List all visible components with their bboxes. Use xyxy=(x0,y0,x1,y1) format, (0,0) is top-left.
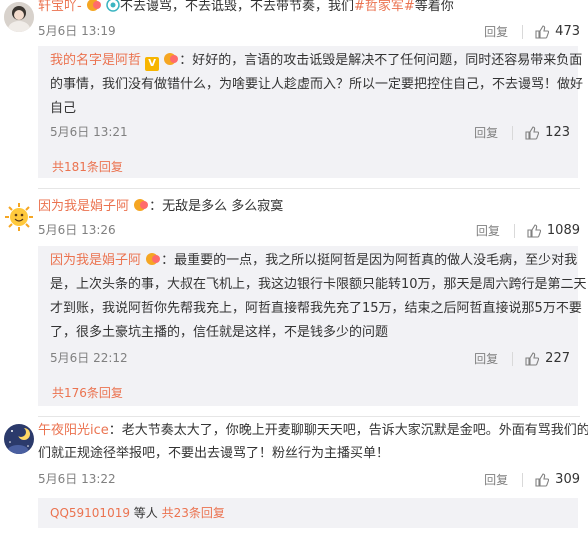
thumbs-up-icon xyxy=(525,125,540,140)
reply-button[interactable]: 回复 xyxy=(474,124,498,141)
reply-line: ：好好的，言语的攻击诋毁是解决不了任何问题，同时还容易带来负面 xyxy=(179,53,583,68)
reply-username[interactable]: 我的名字是阿哲 xyxy=(50,53,141,68)
reply-text: 因为我是娟子阿 ：最重要的一点，我之所以挺阿哲是因为阿哲真的做人没毛病，至少对我 xyxy=(50,252,577,270)
username[interactable]: 因为我是娟子阿 xyxy=(38,199,129,214)
comment-3: 午夜阳光ice：老大节奏太大了，你晚上开麦聊聊天天吧，告诉大家沉默是金吧。外面有… xyxy=(0,422,588,536)
comment-body-suffix: 等着你 xyxy=(414,0,454,14)
username[interactable]: 午夜阳光ice xyxy=(38,423,109,438)
reply-line: 的事情，我们没有做错什么，为啥要让人趁虚而入？所以一定要把控住自己，不去谩骂！做… xyxy=(50,77,584,92)
avatar[interactable] xyxy=(4,2,34,32)
fan-badge-icon xyxy=(146,253,161,265)
comment-actions: 回复 473 xyxy=(484,23,580,40)
comment-actions: 回复 1089 xyxy=(476,222,580,239)
comment-body: 不去谩骂，不去诋毁，不去带节奏，我们 xyxy=(119,0,354,14)
comment-actions: 回复 309 xyxy=(484,471,580,488)
like-count: 309 xyxy=(555,472,580,487)
like-count: 227 xyxy=(545,351,570,366)
thumbs-up-icon xyxy=(527,223,541,238)
fan-badge-icon xyxy=(134,199,149,211)
like-button[interactable]: 1089 xyxy=(527,223,580,238)
member-icon xyxy=(106,0,120,12)
username[interactable]: 轩宝吖- xyxy=(38,0,82,14)
like-count: 123 xyxy=(545,125,570,140)
reply-actions: 回复 123 xyxy=(474,124,570,141)
night-avatar-icon xyxy=(4,424,34,454)
timestamp: 5月6日 13:26 xyxy=(38,223,116,237)
sun-avatar-icon xyxy=(4,202,34,232)
like-button[interactable]: 473 xyxy=(535,24,580,39)
reply-line: 自己 xyxy=(50,101,77,116)
comment-text: 轩宝吖- 不去谩骂，不去诋毁，不去带节奏，我们#哲家军#等着你 xyxy=(38,0,580,16)
timestamp: 5月6日 13:19 xyxy=(38,24,116,38)
comment-text: 因为我是娟子阿 ：无敌是多么 多么寂寞 xyxy=(38,198,580,216)
divider xyxy=(38,416,580,417)
like-count: 1089 xyxy=(546,223,580,238)
user-avatar-icon xyxy=(4,2,34,32)
reply-summary: QQ59101019 等人 共23条回复 xyxy=(50,504,570,522)
reply-line: 是，上次头条的事，大叔在飞机上，我这边银行卡限额只能转10万，那天是周六跨行是第… xyxy=(50,277,587,292)
reply-username[interactable]: QQ59101019 xyxy=(50,506,130,520)
comment-text: 午夜阳光ice：老大节奏太大了，你晚上开麦聊聊天天吧，告诉大家沉默是金吧。外面有… xyxy=(38,422,588,440)
timestamp: 5月6日 22:12 xyxy=(50,351,128,365)
reply-button[interactable]: 回复 xyxy=(474,350,498,367)
reply-button[interactable]: 回复 xyxy=(484,471,508,488)
timestamp: 5月6日 13:21 xyxy=(50,125,128,139)
reply-button[interactable]: 回复 xyxy=(476,222,500,239)
more-replies-link[interactable]: 共181条回复 xyxy=(52,158,123,175)
comment-body: ：老大节奏太大了，你晚上开麦聊聊天天吧，告诉大家沉默是金吧。外面有骂我们的我 xyxy=(108,423,588,438)
like-button[interactable]: 309 xyxy=(535,472,580,487)
avatar[interactable] xyxy=(4,202,34,232)
divider xyxy=(513,223,515,238)
comment-2: 因为我是娟子阿 ：无敌是多么 多么寂寞 5月6日 13:26 回复 1089 因… xyxy=(0,196,588,417)
reply-line: 才到账，我说阿哲你先帮我充上，阿哲直接帮我先充了15万，结束之后阿哲直接说那5万… xyxy=(50,301,582,316)
reply-box: 我的名字是阿哲 V ：好好的，言语的攻击诋毁是解决不了任何问题，同时还容易带来负… xyxy=(38,46,584,178)
like-count: 473 xyxy=(555,24,580,39)
thumbs-up-icon xyxy=(525,351,540,366)
reply-box: 因为我是娟子阿 ：最重要的一点，我之所以挺阿哲是因为阿哲真的做人没毛病，至少对我… xyxy=(38,246,587,406)
comment-text-line: 们就正规途径举报吧，不要出去谩骂了！粉丝行为主播买单！ xyxy=(38,446,390,461)
timestamp: 5月6日 13:22 xyxy=(38,472,116,486)
comment-1: 轩宝吖- 不去谩骂，不去诋毁，不去带节奏，我们#哲家军#等着你 5月6日 13:… xyxy=(0,0,588,189)
divider xyxy=(512,351,514,366)
reply-text: 我的名字是阿哲 V ：好好的，言语的攻击诋毁是解决不了任何问题，同时还容易带来负… xyxy=(50,52,582,71)
reply-box: QQ59101019 等人 共23条回复 xyxy=(38,498,578,528)
reply-summary-text: 等人 xyxy=(133,506,158,520)
reply-actions: 回复 227 xyxy=(474,350,570,367)
divider xyxy=(522,24,524,39)
avatar[interactable] xyxy=(4,424,34,454)
more-replies-link[interactable]: 共23条回复 xyxy=(162,506,225,520)
like-button[interactable]: 123 xyxy=(525,125,570,140)
reply-line: 了，很多土豪坑主播的，信任就是这样，不是钱多少的问题 xyxy=(50,325,389,340)
thumbs-up-icon xyxy=(535,472,550,487)
divider xyxy=(512,125,514,140)
reply-button[interactable]: 回复 xyxy=(484,23,508,40)
like-button[interactable]: 227 xyxy=(525,351,570,366)
verified-icon: V xyxy=(145,57,160,71)
reply-line: ：最重要的一点，我之所以挺阿哲是因为阿哲真的做人没毛病，至少对我 xyxy=(161,253,578,268)
divider xyxy=(522,472,524,487)
topic-link[interactable]: #哲家军# xyxy=(354,0,415,14)
more-replies-link[interactable]: 共176条回复 xyxy=(52,384,123,401)
fan-badge-icon xyxy=(164,53,179,65)
reply-username[interactable]: 因为我是娟子阿 xyxy=(50,253,141,268)
divider xyxy=(38,188,580,189)
fan-badge-icon xyxy=(86,0,101,11)
comment-body: ：无敌是多么 多么寂寞 xyxy=(149,199,284,214)
thumbs-up-icon xyxy=(535,24,550,39)
